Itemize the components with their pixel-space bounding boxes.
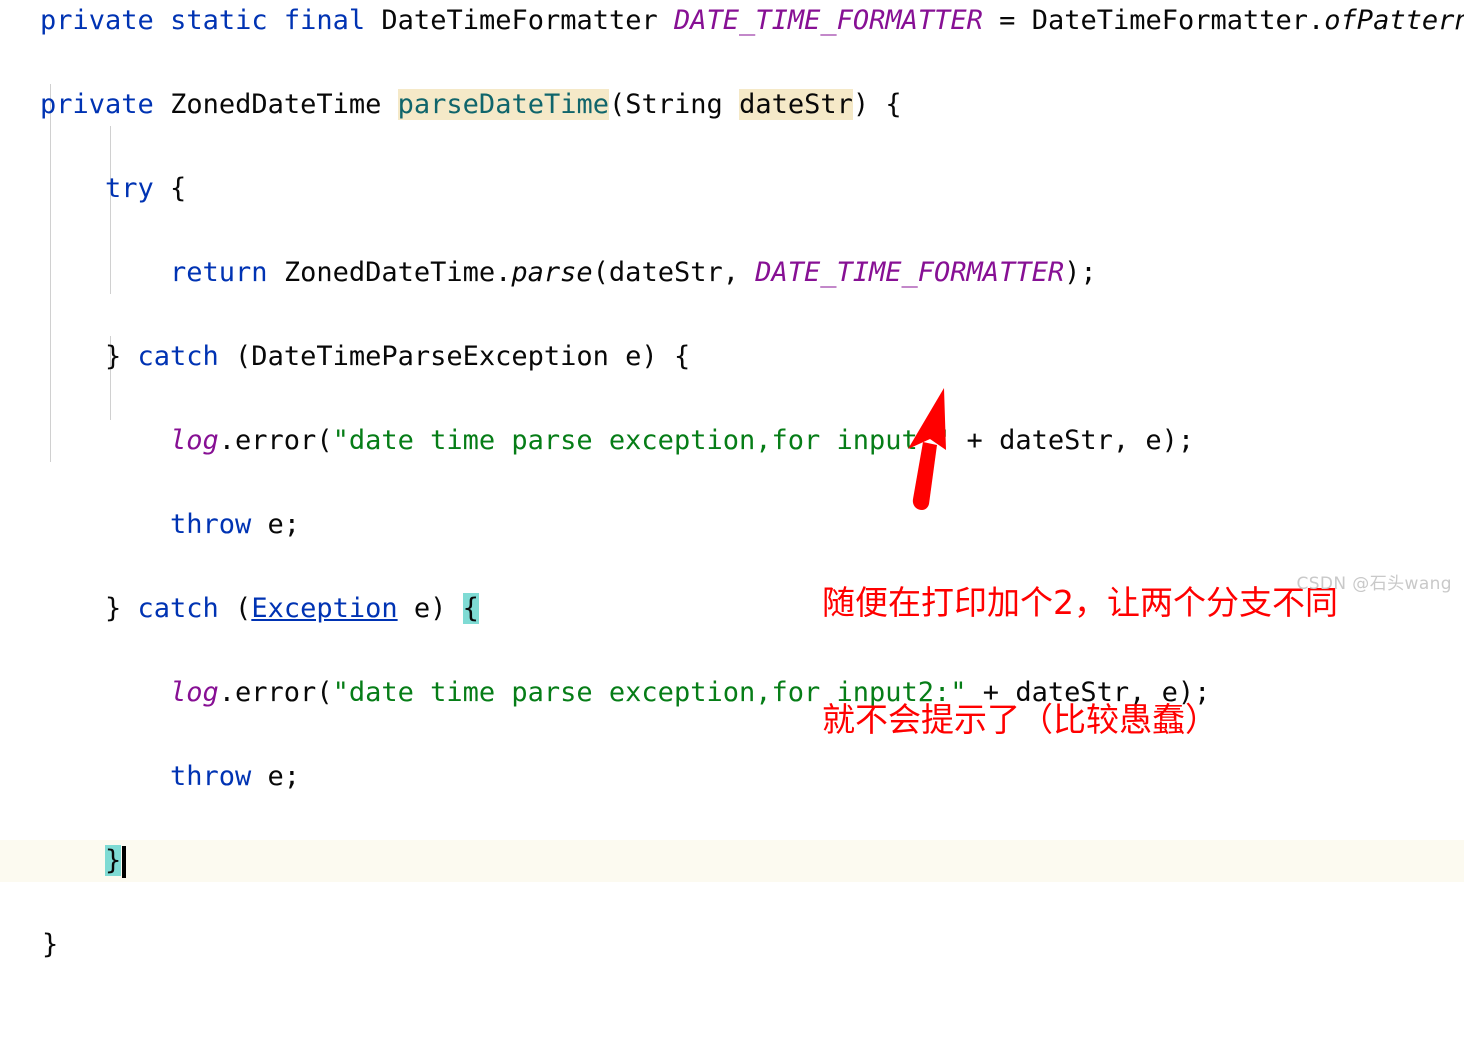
code-line-12-content: } <box>42 924 58 966</box>
token-param-datestr[interactable]: dateStr <box>739 89 853 120</box>
token-close-brace-5: } <box>105 341 138 372</box>
annotation-text: 随便在打印加个2，让两个分支不同 就不会提示了（比较愚蠢） <box>822 505 1338 778</box>
code-line-2[interactable]: private ZonedDateTime parseDateTime(Stri… <box>0 84 1464 126</box>
token-brace-match-close: } <box>105 845 122 876</box>
token-method-ofpattern: ofPattern <box>1324 5 1464 36</box>
token-keyword-private-2: private <box>40 89 154 120</box>
token-const-date-time-formatter: DATE_TIME_FORMATTER <box>674 5 983 36</box>
code-line-3[interactable]: try { <box>0 168 1464 210</box>
token-keyword-try: try <box>105 173 154 204</box>
code-line-4[interactable]: return ZonedDateTime.parse(dateStr, DATE… <box>0 252 1464 294</box>
code-line-2-content: private ZonedDateTime parseDateTime(Stri… <box>40 84 902 126</box>
token-tail-4: ); <box>1064 257 1097 288</box>
token-open-paren-8: ( <box>218 593 252 624</box>
token-keyword-return: return <box>170 257 268 288</box>
code-line-4-content: return ZonedDateTime.parse(dateStr, DATE… <box>170 252 1097 294</box>
token-method-parse: parse <box>511 257 593 288</box>
token-keyword-catch-2: catch <box>137 593 219 624</box>
token-equals: = <box>999 5 1016 36</box>
token-tail-6: + dateStr, e); <box>950 425 1195 456</box>
token-class-ref: DateTimeFormatter. <box>1031 5 1325 36</box>
token-field-log-1: log <box>170 425 219 456</box>
token-close-2: ) { <box>852 89 902 120</box>
token-string-input: "date time parse exception,for input:" <box>332 425 951 456</box>
code-lines[interactable]: private static final DateTimeFormatter D… <box>0 0 1464 960</box>
token-class-ref-zoneddatetime: ZonedDateTime. <box>283 257 512 288</box>
code-line-12[interactable]: } <box>0 924 1464 966</box>
token-keyword-final: final <box>283 5 366 36</box>
token-type-exception-link[interactable]: Exception <box>251 593 397 624</box>
token-keyword-static: static <box>170 5 268 36</box>
token-brace-try: { <box>153 173 187 204</box>
token-type-zoneddatetime: ZonedDateTime <box>170 89 382 120</box>
code-line-5[interactable]: } catch (DateTimeParseException e) { <box>0 336 1464 378</box>
text-caret <box>122 846 126 878</box>
code-line-10-content: throw e; <box>170 756 300 798</box>
token-catch-params-1: (DateTimeParseException e) { <box>218 341 691 372</box>
token-param-type-string: String <box>625 89 723 120</box>
code-line-5-content: } catch (DateTimeParseException e) { <box>105 336 690 378</box>
code-line-6[interactable]: log.error("date time parse exception,for… <box>0 420 1464 462</box>
token-keyword-private: private <box>40 5 154 36</box>
code-line-11[interactable]: } <box>0 840 1464 882</box>
token-call-error-2: .error( <box>218 677 333 708</box>
code-line-6-content: log.error("date time parse exception,for… <box>170 420 1194 462</box>
token-mid-8: e) <box>397 593 463 624</box>
code-line-1[interactable]: private static final DateTimeFormatter D… <box>0 0 1464 42</box>
token-method-declaration-parsedatetime[interactable]: parseDateTime <box>397 89 609 120</box>
code-line-7-content: throw e; <box>170 504 300 546</box>
code-line-8-content: } catch (Exception e) { <box>105 588 479 630</box>
annotation-line-1: 随便在打印加个2，让两个分支不同 <box>822 583 1338 622</box>
token-type-datetimeformatter: DateTimeFormatter <box>381 5 658 36</box>
token-throw-rest-1: e; <box>251 509 301 540</box>
token-brace-method-close: } <box>42 929 59 960</box>
token-open-paren-2: ( <box>608 89 626 120</box>
code-line-1-content: private static final DateTimeFormatter D… <box>40 0 1464 42</box>
token-keyword-throw-2: throw <box>170 761 252 792</box>
token-keyword-throw-1: throw <box>170 509 252 540</box>
token-call-error-1: .error( <box>218 425 333 456</box>
token-throw-rest-2: e; <box>251 761 301 792</box>
token-const-date-time-formatter-2: DATE_TIME_FORMATTER <box>755 257 1065 288</box>
token-close-brace-8: } <box>105 593 138 624</box>
token-brace-match-open: { <box>462 593 479 624</box>
csdn-watermark: CSDN @石头wang <box>1296 574 1452 594</box>
token-args-4: (dateStr, <box>592 257 756 288</box>
code-line-3-content: try { <box>105 168 186 210</box>
token-keyword-catch-1: catch <box>137 341 219 372</box>
code-line-11-content: } <box>105 840 122 882</box>
token-field-log-2: log <box>170 677 219 708</box>
annotation-line-2: 就不会提示了（比较愚蠢） <box>822 700 1218 739</box>
